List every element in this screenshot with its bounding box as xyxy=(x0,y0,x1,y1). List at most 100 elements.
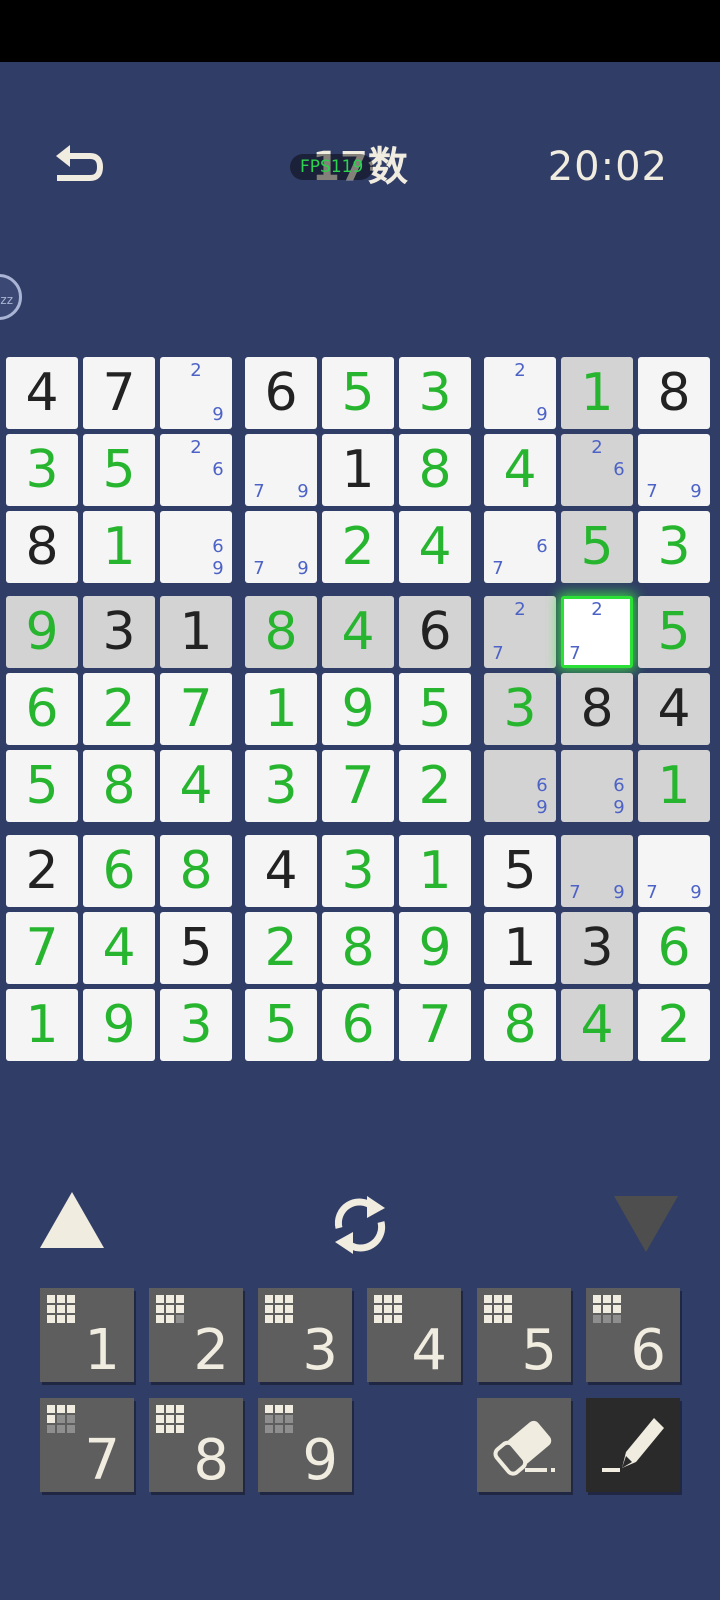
number-key-4[interactable]: 4 xyxy=(367,1288,461,1383)
sudoku-cell[interactable]: 6 xyxy=(638,912,710,984)
sudoku-cell[interactable]: 6 xyxy=(399,596,471,668)
sudoku-cell[interactable]: 4 xyxy=(399,511,471,583)
sudoku-cell[interactable]: 3 xyxy=(484,673,556,745)
sudoku-cell[interactable]: 67 xyxy=(484,511,556,583)
sudoku-cell[interactable]: 7 xyxy=(83,357,155,429)
sudoku-cell[interactable]: 5 xyxy=(484,835,556,907)
sudoku-cell[interactable]: 79 xyxy=(245,511,317,583)
number-key-5[interactable]: 5 xyxy=(477,1288,571,1383)
sudoku-cell[interactable]: 3 xyxy=(160,989,232,1061)
triangle-down-icon[interactable] xyxy=(614,1196,678,1252)
number-key-1[interactable]: 1 xyxy=(40,1288,134,1383)
sudoku-cell[interactable]: 1 xyxy=(561,357,633,429)
sudoku-cell[interactable]: 5 xyxy=(638,596,710,668)
sudoku-cell[interactable]: 1 xyxy=(6,989,78,1061)
sudoku-cell[interactable]: 5 xyxy=(561,511,633,583)
sudoku-cell[interactable]: 6 xyxy=(322,989,394,1061)
number-key-9[interactable]: 9 xyxy=(258,1398,352,1493)
sudoku-cell[interactable]: 69 xyxy=(484,750,556,822)
sudoku-cell[interactable]: 4 xyxy=(245,835,317,907)
sudoku-cell[interactable]: 1 xyxy=(399,835,471,907)
sudoku-cell[interactable]: 9 xyxy=(399,912,471,984)
sudoku-cell[interactable]: 1 xyxy=(322,434,394,506)
digit-progress-grid-icon xyxy=(47,1295,75,1323)
sudoku-cell[interactable]: 79 xyxy=(561,835,633,907)
sudoku-cell[interactable]: 5 xyxy=(399,673,471,745)
sudoku-cell[interactable]: 3 xyxy=(83,596,155,668)
sudoku-cell[interactable]: 3 xyxy=(322,835,394,907)
sudoku-cell[interactable]: 7 xyxy=(6,912,78,984)
number-key-label: 2 xyxy=(193,1318,229,1383)
sudoku-cell[interactable]: 8 xyxy=(638,357,710,429)
refresh-button[interactable] xyxy=(325,1190,395,1260)
sudoku-cell[interactable]: 5 xyxy=(83,434,155,506)
sudoku-cell[interactable]: 2 xyxy=(638,989,710,1061)
sudoku-cell[interactable]: 79 xyxy=(638,434,710,506)
number-key-8[interactable]: 8 xyxy=(149,1398,243,1493)
sudoku-cell[interactable]: 1 xyxy=(160,596,232,668)
sudoku-cell[interactable]: 79 xyxy=(245,434,317,506)
pencil-button[interactable] xyxy=(586,1398,680,1492)
sudoku-cell[interactable]: 3 xyxy=(6,434,78,506)
sudoku-cell[interactable]: 4 xyxy=(638,673,710,745)
sudoku-cell[interactable]: 29 xyxy=(484,357,556,429)
sudoku-cell[interactable]: 4 xyxy=(322,596,394,668)
sudoku-cell[interactable]: 2 xyxy=(322,511,394,583)
cell-digit: 7 xyxy=(179,679,213,739)
sudoku-cell[interactable]: 2 xyxy=(83,673,155,745)
eraser-button[interactable] xyxy=(477,1398,571,1492)
sudoku-cell[interactable]: 5 xyxy=(6,750,78,822)
sudoku-cell[interactable]: 8 xyxy=(561,673,633,745)
sudoku-cell[interactable]: 3 xyxy=(638,511,710,583)
sudoku-cell[interactable]: 8 xyxy=(399,434,471,506)
sudoku-cell[interactable]: 2 xyxy=(245,912,317,984)
sudoku-cell[interactable]: 7 xyxy=(399,989,471,1061)
sudoku-cell[interactable]: 1 xyxy=(638,750,710,822)
sudoku-cell[interactable]: 79 xyxy=(638,835,710,907)
sudoku-cell[interactable]: 69 xyxy=(160,511,232,583)
sudoku-cell[interactable]: 29 xyxy=(160,357,232,429)
sudoku-cell[interactable]: 8 xyxy=(245,596,317,668)
sudoku-cell[interactable]: 5 xyxy=(160,912,232,984)
sudoku-cell[interactable]: 2 xyxy=(399,750,471,822)
sudoku-cell[interactable]: 9 xyxy=(322,673,394,745)
sudoku-cell[interactable]: 9 xyxy=(83,989,155,1061)
sudoku-cell[interactable]: 9 xyxy=(6,596,78,668)
sudoku-cell[interactable]: 27 xyxy=(484,596,556,668)
sudoku-cell[interactable]: 8 xyxy=(322,912,394,984)
sudoku-cell[interactable]: 8 xyxy=(484,989,556,1061)
sudoku-cell[interactable]: 69 xyxy=(561,750,633,822)
sudoku-cell[interactable]: 7 xyxy=(322,750,394,822)
sudoku-cell[interactable]: 3 xyxy=(561,912,633,984)
sudoku-cell[interactable]: 2 xyxy=(6,835,78,907)
sudoku-cell[interactable]: 3 xyxy=(399,357,471,429)
sudoku-cell[interactable]: 8 xyxy=(160,835,232,907)
sudoku-cell[interactable]: 4 xyxy=(6,357,78,429)
sudoku-cell[interactable]: 6 xyxy=(245,357,317,429)
sudoku-cell-selected[interactable]: 27 xyxy=(561,596,633,668)
triangle-up-icon[interactable] xyxy=(40,1192,104,1248)
sudoku-cell[interactable]: 1 xyxy=(83,511,155,583)
number-key-7[interactable]: 7 xyxy=(40,1398,134,1493)
sudoku-cell[interactable]: 4 xyxy=(561,989,633,1061)
number-key-3[interactable]: 3 xyxy=(258,1288,352,1383)
sudoku-cell[interactable]: 26 xyxy=(561,434,633,506)
number-key-6[interactable]: 6 xyxy=(586,1288,680,1383)
sudoku-cell[interactable]: 26 xyxy=(160,434,232,506)
number-key-label: 9 xyxy=(302,1428,338,1493)
sudoku-cell[interactable]: 5 xyxy=(245,989,317,1061)
sudoku-cell[interactable]: 5 xyxy=(322,357,394,429)
pencil-note: 7 xyxy=(253,481,265,502)
sudoku-cell[interactable]: 8 xyxy=(6,511,78,583)
number-key-2[interactable]: 2 xyxy=(149,1288,243,1383)
sudoku-cell[interactable]: 4 xyxy=(160,750,232,822)
sudoku-cell[interactable]: 6 xyxy=(83,835,155,907)
sudoku-cell[interactable]: 7 xyxy=(160,673,232,745)
sudoku-cell[interactable]: 4 xyxy=(484,434,556,506)
sudoku-cell[interactable]: 1 xyxy=(245,673,317,745)
sudoku-cell[interactable]: 1 xyxy=(484,912,556,984)
sudoku-cell[interactable]: 6 xyxy=(6,673,78,745)
sudoku-cell[interactable]: 3 xyxy=(245,750,317,822)
sudoku-cell[interactable]: 4 xyxy=(83,912,155,984)
sudoku-cell[interactable]: 8 xyxy=(83,750,155,822)
